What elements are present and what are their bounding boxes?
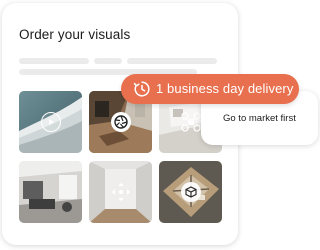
delivery-label: 1 business day delivery (156, 81, 294, 96)
cube-icon (180, 182, 201, 202)
placeholder-line (127, 58, 217, 64)
thumbnail-3d-floorplan[interactable] (159, 161, 222, 223)
interior-thumbnail-image (19, 161, 82, 223)
placeholder-line (94, 58, 122, 64)
move-arrows-icon (111, 182, 131, 202)
visuals-order-illustration: Order your visuals Go to market first 1 … (0, 0, 318, 250)
go-to-market-label: Go to market first (223, 113, 296, 124)
play-icon (40, 112, 61, 132)
camera-shutter-icon (110, 112, 131, 132)
card-title: Order your visuals (19, 27, 131, 42)
clock-icon (133, 81, 150, 97)
placeholder-line (19, 58, 89, 64)
thumbnail-video[interactable] (19, 91, 82, 153)
thumbnail-interior[interactable] (19, 161, 82, 223)
drone-icon (180, 112, 201, 132)
delivery-badge: 1 business day delivery (121, 74, 299, 104)
thumbnail-virtual-tour[interactable] (89, 161, 152, 223)
